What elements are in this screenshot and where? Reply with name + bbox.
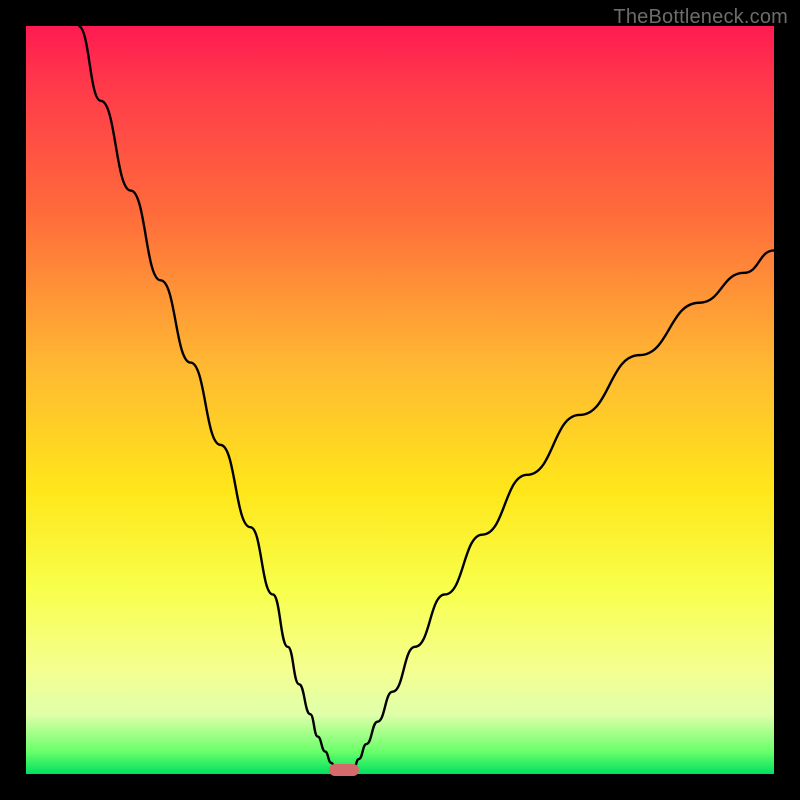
curve-left (78, 26, 338, 773)
watermark-text: TheBottleneck.com (613, 6, 788, 29)
bottleneck-curve (26, 26, 774, 774)
curve-right (349, 250, 774, 772)
optimal-marker (329, 764, 359, 776)
chart-frame: TheBottleneck.com (0, 0, 800, 800)
plot-area (26, 26, 774, 774)
